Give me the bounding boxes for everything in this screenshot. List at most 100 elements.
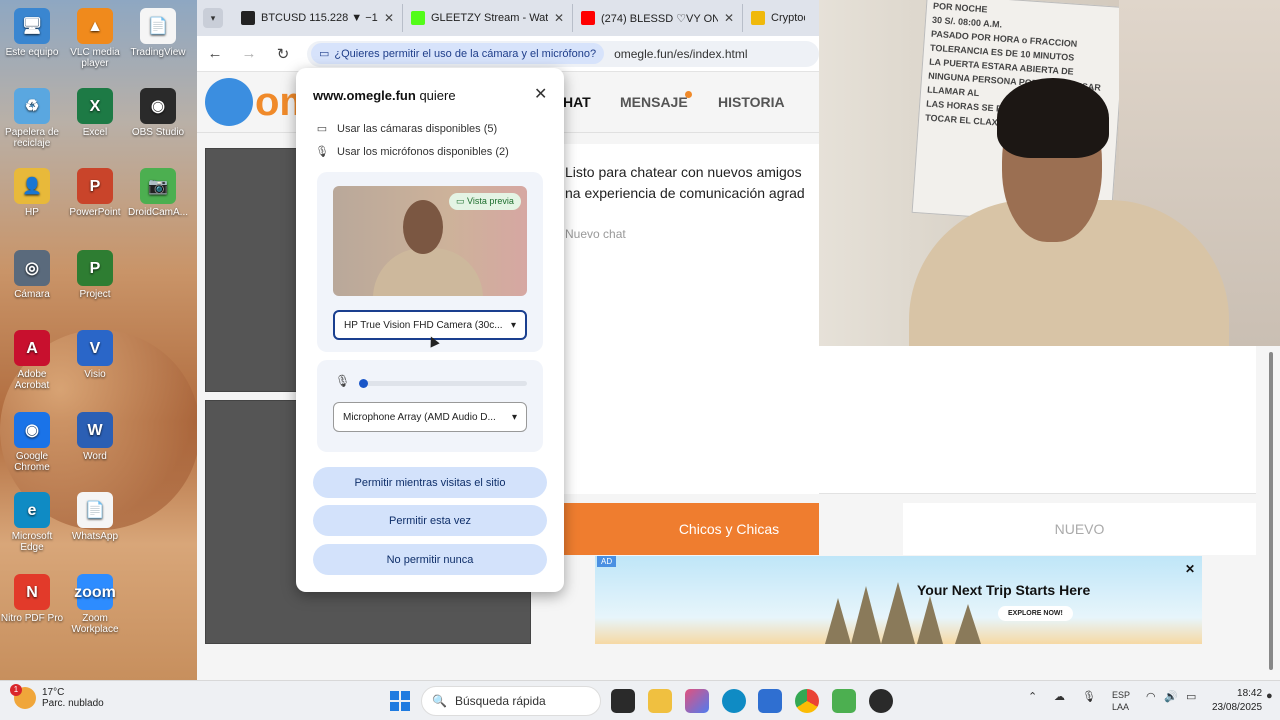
omegle-logo-icon[interactable] [205,78,253,126]
allow-once-button[interactable]: Permitir esta vez [313,505,547,536]
app-icon: 📄 [140,8,176,44]
taskbar-search[interactable]: 🔍 Búsqueda rápida [421,686,601,716]
desktop-icon-label: Visio [84,369,106,380]
chat-status-line: na experiencia de comunicación agrad [565,185,805,201]
dropdown-arrow-icon: ▾ [511,411,517,423]
copilot-icon[interactable] [685,689,709,713]
temple-shape [851,586,881,644]
dialog-title: www.omegle.fun quiere [313,88,456,103]
close-tab-icon[interactable]: ✕ [724,11,734,25]
permission-chip[interactable]: ▭ ¿Quieres permitir el uso de la cámara y… [311,43,605,64]
start-icon[interactable] [390,691,410,711]
desktop-icon-visio[interactable]: V Visio [63,330,127,380]
back-arrow-icon[interactable]: ← [205,45,225,62]
volume-icon[interactable]: 🔊 [1164,690,1178,703]
obs-icon[interactable] [869,689,893,713]
notification-icon[interactable]: ● [1266,690,1273,702]
desktop-icon-label: TradingView [130,47,186,58]
desktop-icon-nitro-pdf-pro[interactable]: N Nitro PDF Pro [0,574,64,624]
microphone-select[interactable]: Microphone Array (AMD Audio D... ▾ [333,402,527,432]
perm-mic-row: 🎙 Usar los micrófonos disponibles (2) [315,145,509,159]
clock[interactable]: 18:42 23/08/2025 [1212,687,1262,715]
desktop-icon-label: OBS Studio [131,127,185,138]
tab-4[interactable]: Cryptocur [743,4,813,32]
wifi-icon[interactable]: ◠ [1146,690,1156,703]
nav-chat[interactable]: HAT [563,94,591,110]
temple-shape [881,582,915,644]
desktop-icon-obs-studio[interactable]: ◉ OBS Studio [126,88,190,138]
reload-icon[interactable]: ↻ [273,45,293,63]
app-icon: W [77,412,113,448]
desktop-icon-vlc-media-player[interactable]: ▲ VLC media player [63,8,127,69]
app-icon: ◎ [14,250,50,286]
desktop-icon-label: PowerPoint [69,207,121,218]
ad-badge: AD [597,556,617,567]
desktop-icon-google-chrome[interactable]: ◉ Google Chrome [0,412,64,473]
desktop-icon-whatsapp[interactable]: 📄 WhatsApp [63,492,127,542]
droidcam-icon[interactable] [832,689,856,713]
desktop-icon-label: Papelera de reciclaje [5,127,59,149]
desktop-icon-project[interactable]: P Project [63,250,127,300]
new-button[interactable]: NUEVO [903,503,1256,555]
kick-icon [411,11,425,25]
weather-widget[interactable]: 1 17°C Parc. nublado [10,684,104,709]
desktop-icon-label: Nitro PDF Pro [0,613,64,624]
desktop-icon-label: Excel [82,127,108,138]
desktop-icon-label: Cámara [14,289,50,300]
binance-icon [751,11,765,25]
app-icon: ◉ [14,412,50,448]
language-indicator[interactable]: ESP LAA [1112,689,1130,713]
store-icon[interactable] [758,689,782,713]
notification-dot [685,91,692,98]
network-icon[interactable]: ☁ [1054,690,1065,703]
microphone-card: 🎙 Microphone Array (AMD Audio D... ▾ [317,360,543,452]
app-icon: N [14,574,50,610]
ad-cta-button[interactable]: EXPLORE NOW! [998,606,1073,621]
permission-dialog: www.omegle.fun quiere ✕ ▭ Usar las cámara… [296,68,564,592]
desktop-icon-este-equipo[interactable]: 🖥 Este equipo [0,8,64,58]
forward-arrow-icon[interactable]: → [239,45,259,62]
desktop-icon-excel[interactable]: X Excel [63,88,127,138]
nav-message[interactable]: MENSAJE [620,94,688,110]
desktop-icon-hp[interactable]: 👤 HP [0,168,64,218]
tab-2[interactable]: GLEETZY Stream - Watch ✕ [403,4,573,32]
allow-while-visiting-button[interactable]: Permitir mientras visitas el sitio [313,467,547,498]
camera-icon: ▭ [316,123,328,135]
close-tab-icon[interactable]: ✕ [384,11,394,25]
page-scrollbar[interactable] [1267,346,1275,676]
app-icon: zoom [74,574,116,610]
close-icon[interactable]: ✕ [1185,562,1195,576]
tab-search-dropdown-icon[interactable]: ▾ [203,8,223,28]
nav-history[interactable]: HISTORIA [718,94,785,110]
file-explorer-icon[interactable] [648,689,672,713]
ad-banner[interactable]: AD Your Next Trip Starts Here EXPLORE NO… [595,556,1202,644]
close-tab-icon[interactable]: ✕ [554,11,564,25]
desktop-icon-papelera-de-reciclaje[interactable]: ♻ Papelera de reciclaje [0,88,64,149]
chat-status-line: Listo para chatear con nuevos amigos [565,164,802,180]
desktop-icon-c-mara[interactable]: ◎ Cámara [0,250,64,300]
chrome-icon[interactable] [795,689,819,713]
tab-bar: ▾ BTCUSD 115.228 ▼ −1.42✕ GLEETZY Stream… [197,0,819,36]
desktop-icon-zoom-workplace[interactable]: zoom Zoom Workplace [63,574,127,635]
desktop-icon-droidcama-[interactable]: 📷 DroidCamA... [126,168,190,218]
desktop-icon-label: Este equipo [5,47,59,58]
never-allow-button[interactable]: No permitir nunca [313,544,547,575]
tab-3[interactable]: (274) BLESSD ♡VY ON ✕ [573,4,743,32]
task-view-icon[interactable] [611,689,635,713]
tab-1[interactable]: BTCUSD 115.228 ▼ −1.42✕ [233,4,403,32]
app-icon: V [77,330,113,366]
desktop-icon-microsoft-edge[interactable]: e Microsoft Edge [0,492,64,553]
desktop-icon-word[interactable]: W Word [63,412,127,462]
battery-icon[interactable]: ▭ [1186,690,1196,703]
scroll-thumb[interactable] [1269,352,1273,670]
address-bar[interactable]: ▭ ¿Quieres permitir el uso de la cámara y… [307,40,819,67]
webcam-overlay: POR NOCHE 30 S/. 08:00 A.M. PASADO POR HOR… [819,0,1280,346]
microphone-icon[interactable]: 🎙 [1082,690,1096,703]
desktop-icon-adobe-acrobat[interactable]: A Adobe Acrobat [0,330,64,391]
desktop-icon-tradingview[interactable]: 📄 TradingView [126,8,190,58]
close-icon[interactable]: ✕ [534,84,547,104]
desktop-icon-label: Zoom Workplace [71,613,119,635]
desktop-icon-powerpoint[interactable]: P PowerPoint [63,168,127,218]
edge-icon[interactable] [722,689,746,713]
chevron-up-icon[interactable]: ⌃ [1028,690,1037,703]
